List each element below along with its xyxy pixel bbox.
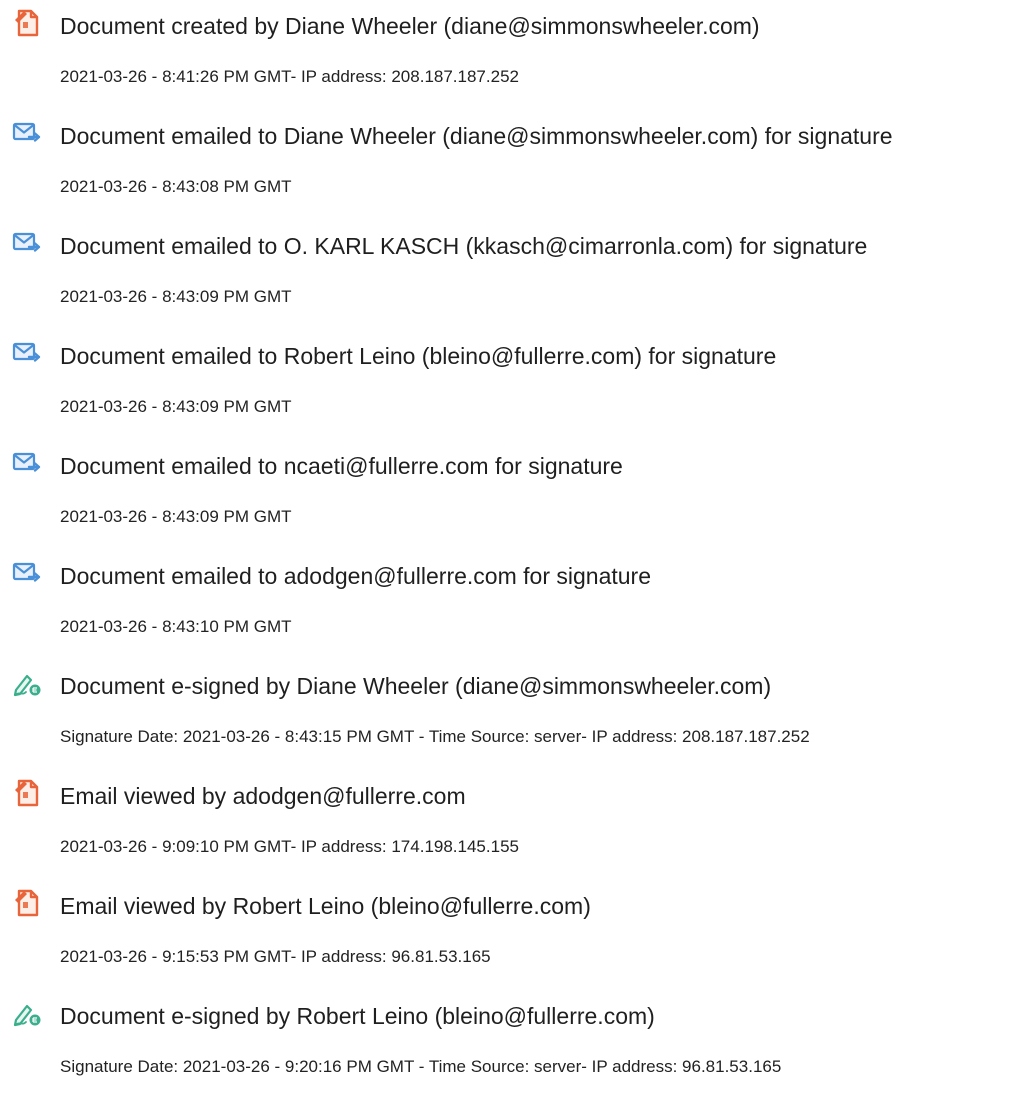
esign-icon <box>12 998 42 1028</box>
event-detail: 2021-03-26 - 8:43:09 PM GMT <box>60 397 292 416</box>
audit-log: Document created by Diane Wheeler (diane… <box>0 0 1026 1107</box>
event-detail: 2021-03-26 - 9:09:10 PM GMT- IP address:… <box>60 837 519 856</box>
event-detail: 2021-03-26 - 9:15:53 PM GMT- IP address:… <box>60 947 491 966</box>
audit-event: Email viewed by Robert Leino (bleino@ful… <box>0 888 1026 998</box>
audit-event: Document emailed to Diane Wheeler (diane… <box>0 118 1026 228</box>
event-title: Document emailed to Diane Wheeler (diane… <box>60 123 893 149</box>
email-icon <box>12 448 42 478</box>
audit-event: Document e-signed by Diane Wheeler (dian… <box>0 668 1026 778</box>
event-title: Email viewed by adodgen@fullerre.com <box>60 783 466 809</box>
event-title: Document emailed to Robert Leino (bleino… <box>60 343 777 369</box>
audit-event: Document emailed to adodgen@fullerre.com… <box>0 558 1026 668</box>
event-detail: 2021-03-26 - 8:43:09 PM GMT <box>60 507 292 526</box>
event-title: Document emailed to adodgen@fullerre.com… <box>60 563 651 589</box>
audit-event: Document created by Diane Wheeler (diane… <box>0 8 1026 118</box>
audit-event: Document emailed to ncaeti@fullerre.com … <box>0 448 1026 558</box>
audit-event: Email viewed by adodgen@fullerre.com 202… <box>0 778 1026 888</box>
email-icon <box>12 338 42 368</box>
audit-event: Document e-signed by Robert Leino (blein… <box>0 998 1026 1108</box>
event-detail: 2021-03-26 - 8:41:26 PM GMT- IP address:… <box>60 67 519 86</box>
event-detail: 2021-03-26 - 8:43:09 PM GMT <box>60 287 292 306</box>
document-icon <box>12 8 42 38</box>
event-detail: Signature Date: 2021-03-26 - 8:43:15 PM … <box>60 727 810 746</box>
event-title: Document created by Diane Wheeler (diane… <box>60 13 760 39</box>
event-title: Document e-signed by Diane Wheeler (dian… <box>60 673 772 699</box>
esign-icon <box>12 668 42 698</box>
document-icon <box>12 888 42 918</box>
event-title: Document emailed to O. KARL KASCH (kkasc… <box>60 233 868 259</box>
email-icon <box>12 228 42 258</box>
event-title: Email viewed by Robert Leino (bleino@ful… <box>60 893 591 919</box>
email-icon <box>12 558 42 588</box>
email-icon <box>12 118 42 148</box>
audit-event: Document emailed to O. KARL KASCH (kkasc… <box>0 228 1026 338</box>
document-icon <box>12 778 42 808</box>
event-detail: 2021-03-26 - 8:43:10 PM GMT <box>60 617 292 636</box>
event-title: Document e-signed by Robert Leino (blein… <box>60 1003 655 1029</box>
audit-event: Document emailed to Robert Leino (bleino… <box>0 338 1026 448</box>
event-detail: Signature Date: 2021-03-26 - 9:20:16 PM … <box>60 1057 782 1076</box>
event-detail: 2021-03-26 - 8:43:08 PM GMT <box>60 177 292 196</box>
event-title: Document emailed to ncaeti@fullerre.com … <box>60 453 623 479</box>
